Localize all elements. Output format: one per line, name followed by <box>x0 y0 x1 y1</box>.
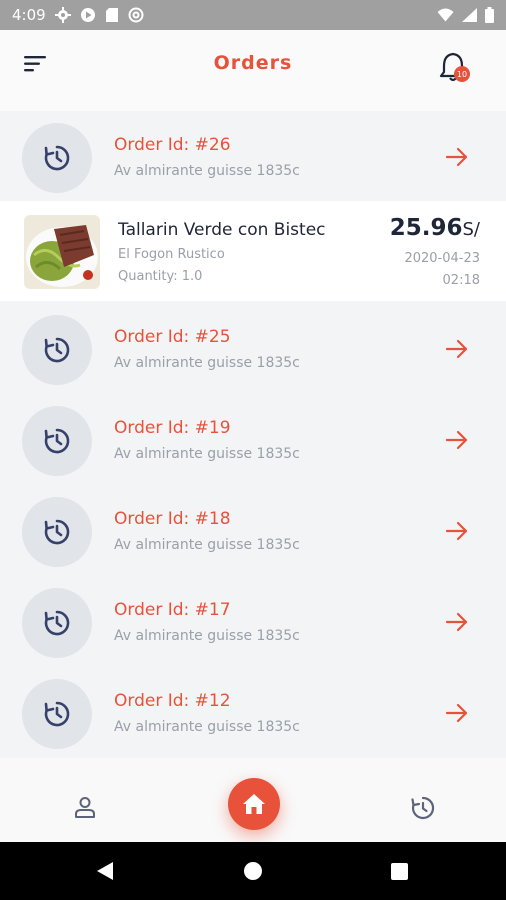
order-row[interactable]: Order Id: #17 Av almirante guisse 1835c <box>0 576 506 667</box>
signal-icon <box>462 8 477 22</box>
page-title: Orders <box>213 52 293 74</box>
back-icon[interactable] <box>95 861 115 881</box>
home-button[interactable] <box>228 778 280 830</box>
order-icon-circle <box>22 406 92 476</box>
battery-icon <box>485 7 494 23</box>
order-address: Av almirante guisse 1835c <box>114 537 300 553</box>
clock-history-icon <box>44 610 70 636</box>
order-row[interactable]: Order Id: #12 Av almirante guisse 1835c <box>0 667 506 758</box>
order-address: Av almirante guisse 1835c <box>114 719 300 735</box>
order-id: Order Id: #17 <box>114 600 231 620</box>
order-row[interactable]: Order Id: #26 Av almirante guisse 1835c <box>0 111 506 202</box>
arrow-right-icon[interactable] <box>444 145 470 169</box>
arrow-right-icon[interactable] <box>444 701 470 725</box>
home-icon <box>243 794 265 814</box>
order-row[interactable]: Order Id: #25 Av almirante guisse 1835c <box>0 303 506 394</box>
history-icon[interactable] <box>409 794 437 822</box>
order-time: 02:18 <box>442 273 480 288</box>
bottom-navigation <box>0 758 506 842</box>
order-icon-circle <box>22 123 92 193</box>
wifi-icon <box>437 8 454 22</box>
person-icon[interactable] <box>72 794 98 820</box>
order-address: Av almirante guisse 1835c <box>114 446 300 462</box>
clock-history-icon <box>44 428 70 454</box>
clock-history-icon <box>44 519 70 545</box>
order-address: Av almirante guisse 1835c <box>114 163 300 179</box>
restaurant-name: El Fogon Rustico <box>118 247 225 262</box>
settings-icon <box>54 7 71 23</box>
recent-apps-icon[interactable] <box>391 863 408 880</box>
clock-history-icon <box>44 337 70 363</box>
dish-photo <box>24 215 100 289</box>
price-currency: S/ <box>462 219 481 240</box>
at-sign-icon <box>128 7 144 23</box>
arrow-right-icon[interactable] <box>444 337 470 361</box>
order-row[interactable]: Order Id: #18 Av almirante guisse 1835c <box>0 485 506 576</box>
order-icon-circle <box>22 315 92 385</box>
order-icon-circle <box>22 497 92 567</box>
price-value: 25.96 <box>389 215 463 241</box>
clock-history-icon <box>44 701 70 727</box>
order-id: Order Id: #19 <box>114 418 231 438</box>
order-item-detail: Tallarin Verde con Bistec El Fogon Rusti… <box>0 201 506 301</box>
item-price: 25.96S/ <box>390 215 480 241</box>
order-icon-circle <box>22 588 92 658</box>
arrow-right-icon[interactable] <box>444 519 470 543</box>
notification-badge: 10 <box>454 66 470 82</box>
order-address: Av almirante guisse 1835c <box>114 355 300 371</box>
order-row[interactable]: Order Id: #19 Av almirante guisse 1835c <box>0 394 506 485</box>
arrow-right-icon[interactable] <box>444 610 470 634</box>
order-id: Order Id: #25 <box>114 327 231 347</box>
item-quantity: Quantity: 1.0 <box>118 269 203 284</box>
arrow-right-icon[interactable] <box>444 428 470 452</box>
status-bar: 4:09 <box>0 0 506 30</box>
clock-history-icon <box>44 145 70 171</box>
sd-card-icon <box>105 8 118 22</box>
status-time: 4:09 <box>12 6 46 24</box>
order-id: Order Id: #12 <box>114 691 231 711</box>
order-icon-circle <box>22 679 92 749</box>
order-id: Order Id: #26 <box>114 135 231 155</box>
dish-name: Tallarin Verde con Bistec <box>118 220 326 240</box>
system-navigation-bar <box>0 842 506 900</box>
order-id: Order Id: #18 <box>114 509 231 529</box>
play-icon <box>80 8 95 22</box>
system-home-icon[interactable] <box>244 862 262 880</box>
app-bar: Orders 10 <box>0 30 506 112</box>
order-address: Av almirante guisse 1835c <box>114 628 300 644</box>
order-date: 2020-04-23 <box>404 251 480 266</box>
